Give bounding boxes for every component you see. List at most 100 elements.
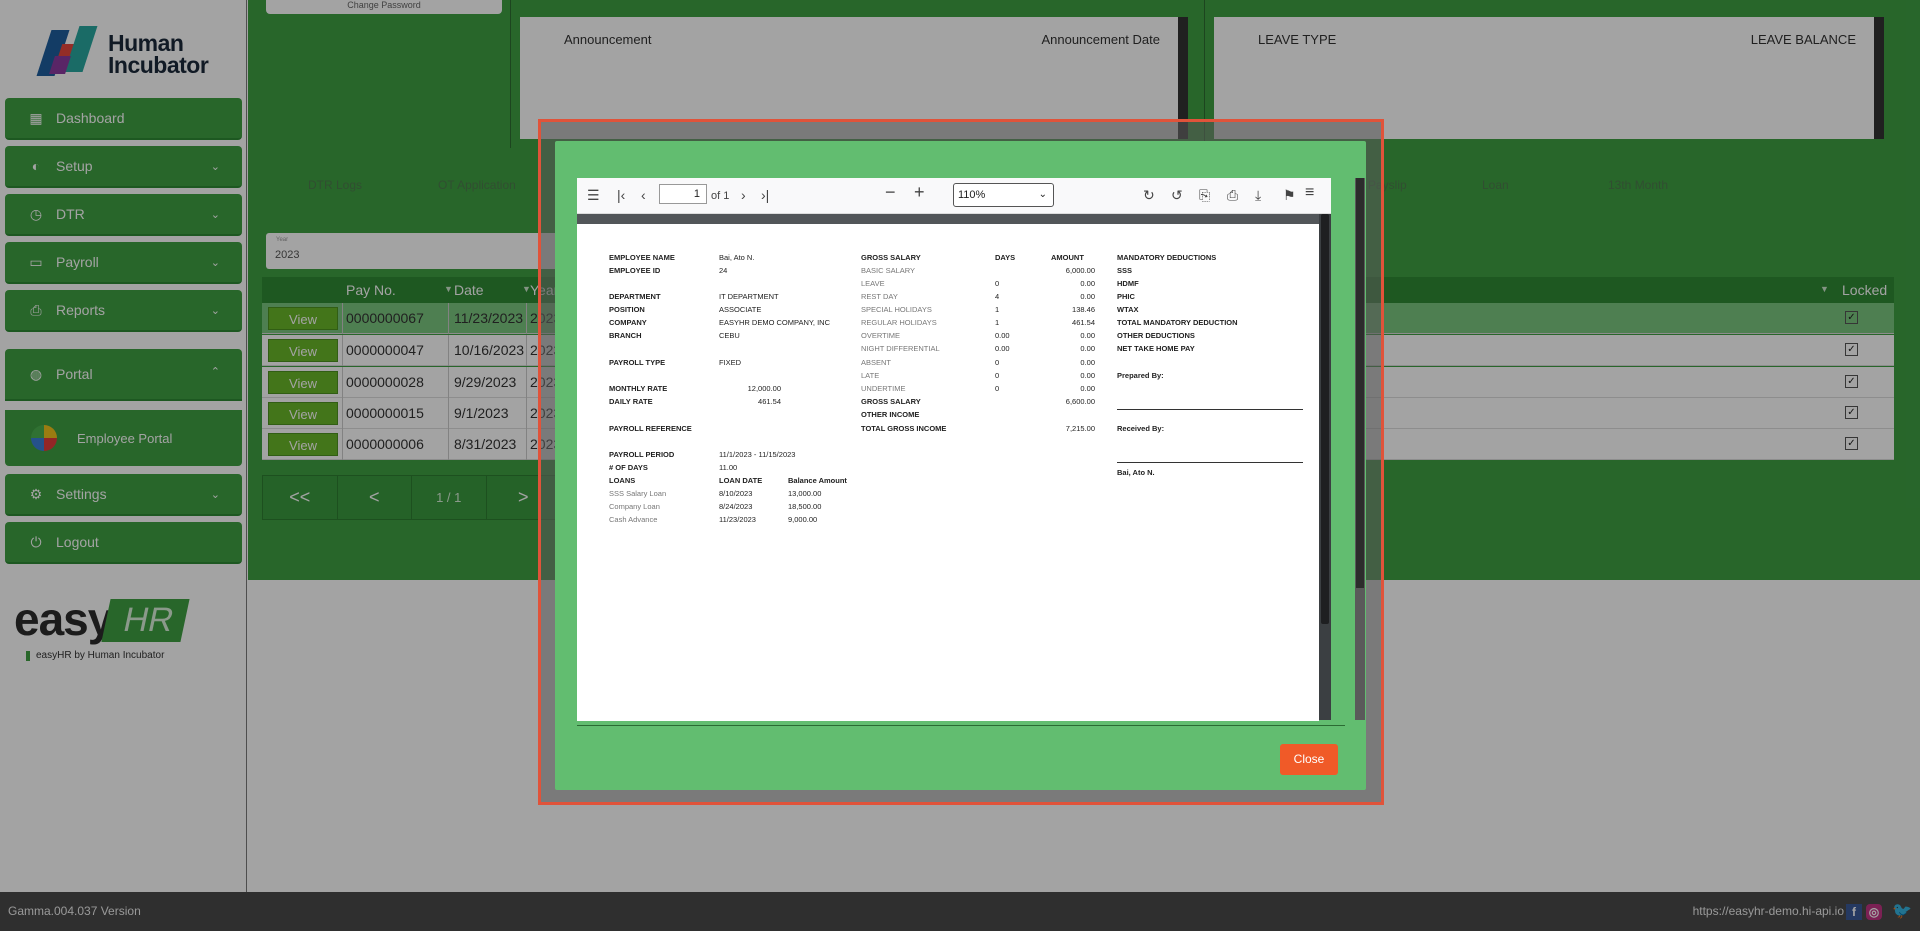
days-value: 11.00 bbox=[719, 463, 738, 472]
amount-header: AMOUNT bbox=[1051, 253, 1084, 262]
loan-name: Cash Advance bbox=[609, 515, 658, 524]
branch-value: CEBU bbox=[719, 331, 740, 340]
earning-days: 4 bbox=[995, 292, 1000, 301]
other-deductions-label: OTHER DEDUCTIONS bbox=[1117, 331, 1195, 340]
earning-amount: 0.00 bbox=[1080, 358, 1095, 367]
daily-rate-value: 461.54 bbox=[758, 397, 781, 406]
zoom-value: 110% bbox=[958, 189, 986, 201]
last-page-icon[interactable]: ›| bbox=[761, 187, 769, 203]
earning-amount: 0.00 bbox=[1080, 279, 1095, 288]
received-by-label: Received By: bbox=[1117, 424, 1165, 433]
net-take-home-pay-label: NET TAKE HOME PAY bbox=[1117, 344, 1195, 353]
earning-days: 0 bbox=[995, 371, 1000, 380]
close-button[interactable]: Close bbox=[1280, 744, 1338, 775]
pdf-scrollbar[interactable] bbox=[1319, 214, 1331, 720]
open-file-icon[interactable]: ⎘ bbox=[1199, 187, 1210, 203]
monthly-rate-value: 12,000.00 bbox=[747, 384, 781, 393]
earning-name: LATE bbox=[861, 371, 880, 380]
position-label: POSITION bbox=[609, 305, 645, 314]
sidebar-toggle-icon[interactable]: ☰ bbox=[587, 187, 600, 203]
pdf-toolbar: ☰ |‹ ‹ 1 of 1 › ›| − + 110% ⌄ ↻ ↺ ⎘ ⎙ ⤓ … bbox=[577, 178, 1331, 214]
payslip-page: EMPLOYEE NAME Bai, Ato N. EMPLOYEE ID 24… bbox=[577, 224, 1319, 721]
earning-days: 0.00 bbox=[995, 331, 1010, 340]
total-gross-income-label: TOTAL GROSS INCOME bbox=[861, 424, 947, 433]
payroll-type-label: PAYROLL TYPE bbox=[609, 358, 666, 367]
payroll-period-value: 11/1/2023 - 11/15/2023 bbox=[719, 450, 796, 459]
loan-balance: 13,000.00 bbox=[788, 489, 822, 498]
signature-line bbox=[1117, 462, 1303, 463]
earning-days: 0 bbox=[995, 279, 1000, 288]
zoom-out-icon[interactable]: − bbox=[885, 183, 896, 201]
company-value: EASYHR DEMO COMPANY, INC bbox=[719, 318, 830, 327]
first-page-icon[interactable]: |‹ bbox=[617, 187, 625, 203]
gross-salary-total-value: 6,600.00 bbox=[1065, 397, 1095, 406]
employee-name-label: EMPLOYEE NAME bbox=[609, 253, 675, 262]
page-number-input[interactable]: 1 bbox=[659, 184, 707, 204]
modal-divider bbox=[577, 725, 1345, 726]
scrollbar-thumb[interactable] bbox=[1321, 214, 1329, 624]
earning-amount: 0.00 bbox=[1080, 384, 1095, 393]
department-value: IT DEPARTMENT bbox=[719, 292, 779, 301]
chevron-down-icon: ⌄ bbox=[1038, 189, 1047, 200]
zoom-in-icon[interactable]: + bbox=[914, 183, 925, 201]
earning-amount: 0.00 bbox=[1080, 331, 1095, 340]
earning-days: 0 bbox=[995, 358, 1000, 367]
earning-amount: 0.00 bbox=[1080, 344, 1095, 353]
menu-icon[interactable]: ≡ bbox=[1305, 185, 1314, 201]
receiver-name: Bai, Ato N. bbox=[1117, 468, 1155, 477]
monthly-rate-label: MONTHLY RATE bbox=[609, 384, 668, 393]
phic-label: PHIC bbox=[1117, 292, 1135, 301]
earning-days: 0 bbox=[995, 384, 1000, 393]
earning-name: LEAVE bbox=[861, 279, 885, 288]
position-value: ASSOCIATE bbox=[719, 305, 762, 314]
employee-name-value: Bai, Ato N. bbox=[719, 253, 755, 262]
signature-line bbox=[1117, 409, 1303, 410]
earning-name: BASIC SALARY bbox=[861, 266, 916, 275]
days-header: DAYS bbox=[995, 253, 1016, 262]
zoom-select[interactable]: 110% ⌄ bbox=[953, 183, 1054, 207]
loan-date: 8/24/2023 bbox=[719, 502, 753, 511]
earning-name: REGULAR HOLIDAYS bbox=[861, 318, 937, 327]
sss-label: SSS bbox=[1117, 266, 1133, 275]
earning-name: NIGHT DIFFERENTIAL bbox=[861, 344, 940, 353]
days-label: # OF DAYS bbox=[609, 463, 648, 472]
rotate-clockwise-icon[interactable]: ↻ bbox=[1143, 187, 1155, 203]
next-page-icon[interactable]: › bbox=[741, 187, 746, 203]
total-mandatory-deduction-label: TOTAL MANDATORY DEDUCTION bbox=[1117, 318, 1238, 327]
scrollbar-thumb[interactable] bbox=[1356, 178, 1364, 588]
earning-name: SPECIAL HOLIDAYS bbox=[861, 305, 932, 314]
payslip-modal: ☰ |‹ ‹ 1 of 1 › ›| − + 110% ⌄ ↻ ↺ ⎘ ⎙ ⤓ … bbox=[555, 141, 1366, 790]
download-icon[interactable]: ⤓ bbox=[1255, 187, 1261, 203]
other-income-label: OTHER INCOME bbox=[861, 410, 920, 419]
previous-page-icon[interactable]: ‹ bbox=[641, 187, 646, 203]
earning-amount: 461.54 bbox=[1072, 318, 1095, 327]
earning-name: ABSENT bbox=[861, 358, 892, 367]
mandatory-deductions-label: MANDATORY DEDUCTIONS bbox=[1117, 253, 1217, 262]
modal-scrollbar[interactable] bbox=[1355, 178, 1365, 720]
loan-date: 11/23/2023 bbox=[719, 515, 756, 524]
bookmark-icon[interactable]: ⚑ bbox=[1283, 187, 1296, 203]
wtax-label: WTAX bbox=[1117, 305, 1139, 314]
pdf-scroll-area[interactable]: EMPLOYEE NAME Bai, Ato N. EMPLOYEE ID 24… bbox=[577, 214, 1319, 721]
gross-salary-header: GROSS SALARY bbox=[861, 253, 921, 262]
earning-days: 1 bbox=[995, 318, 1000, 327]
payroll-reference-label: PAYROLL REFERENCE bbox=[609, 424, 692, 433]
branch-label: BRANCH bbox=[609, 331, 642, 340]
earning-amount: 0.00 bbox=[1080, 371, 1095, 380]
daily-rate-label: DAILY RATE bbox=[609, 397, 653, 406]
department-label: DEPARTMENT bbox=[609, 292, 661, 301]
earning-days: 1 bbox=[995, 305, 1000, 314]
loans-label: LOANS bbox=[609, 476, 636, 485]
pdf-viewer: ☰ |‹ ‹ 1 of 1 › ›| − + 110% ⌄ ↻ ↺ ⎘ ⎙ ⤓ … bbox=[577, 178, 1331, 721]
earning-amount: 138.46 bbox=[1072, 305, 1095, 314]
balance-amount-label: Balance Amount bbox=[788, 476, 847, 485]
employee-id-value: 24 bbox=[719, 266, 728, 275]
rotate-counterclockwise-icon[interactable]: ↺ bbox=[1171, 187, 1183, 203]
company-label: COMPANY bbox=[609, 318, 647, 327]
loan-balance: 9,000.00 bbox=[788, 515, 818, 524]
earning-name: REST DAY bbox=[861, 292, 898, 301]
print-icon[interactable]: ⎙ bbox=[1227, 187, 1238, 203]
payroll-period-label: PAYROLL PERIOD bbox=[609, 450, 675, 459]
hdmf-label: HDMF bbox=[1117, 279, 1139, 288]
loan-name: SSS Salary Loan bbox=[609, 489, 667, 498]
